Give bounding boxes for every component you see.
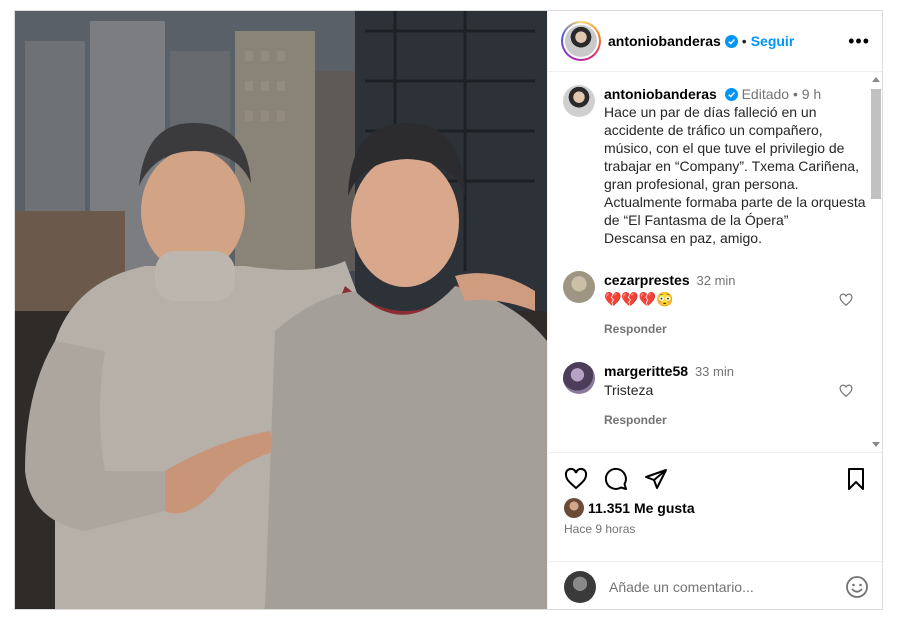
verified-icon [724,88,738,101]
post-photo-illustration [15,11,547,609]
liker-avatar [564,498,584,518]
caption-avatar[interactable] [563,85,595,117]
comment-username[interactable]: margeritte58 [604,363,688,379]
comment-username[interactable]: cezarprestes [604,272,690,288]
action-bar [548,452,882,502]
scrollbar[interactable] [870,73,882,451]
post-header: antoniobanderas • Seguir ••• [548,11,882,72]
username-link[interactable]: antoniobanderas [608,33,721,49]
like-comment-heart-icon[interactable] [839,293,853,307]
comment-avatar[interactable] [563,271,595,303]
comment-item: cezarprestes 32 min 💔💔💔😳 Responder [548,271,882,338]
verified-icon [724,34,738,48]
scroll-down-arrow-icon[interactable] [872,442,880,447]
reply-button[interactable]: Responder [604,320,869,338]
caption-text: Hace un par de días falleció en un accid… [604,104,866,246]
comments-scroll-area[interactable]: antoniobanderas Editado • 9 h Hace un pa… [548,73,882,451]
reply-button[interactable]: Responder [604,411,869,429]
bookmark-icon[interactable] [844,467,868,491]
instagram-post: antoniobanderas • Seguir ••• antonioband… [14,10,883,610]
scroll-up-arrow-icon[interactable] [872,77,880,82]
story-ring[interactable] [561,21,601,61]
comment-icon[interactable] [604,467,628,491]
add-comment-input[interactable]: Añade un comentario... [609,579,845,595]
likes-text[interactable]: 11.351 Me gusta [588,500,695,516]
comment-time[interactable]: 33 min [695,364,734,379]
more-options-icon[interactable]: ••• [848,32,870,50]
post-photo[interactable] [15,11,547,609]
avatar[interactable] [565,25,597,57]
comment-avatar[interactable] [563,362,595,394]
follow-button[interactable]: Seguir [751,33,795,49]
add-comment-bar: Añade un comentario... [548,561,882,609]
like-comment-heart-icon[interactable] [839,384,853,398]
comment-time[interactable]: 32 min [697,273,736,288]
caption-username[interactable]: antoniobanderas [604,86,717,102]
likes-count[interactable]: 11.351 Me gusta [564,498,695,518]
comment-text: 💔💔💔😳 [604,291,674,307]
caption-separator-dot: • [792,86,798,102]
caption-time[interactable]: 9 h [802,86,821,102]
current-user-avatar [564,570,596,603]
edited-label: Editado [741,86,790,102]
heart-icon[interactable] [564,467,588,491]
post-sidebar: antoniobanderas • Seguir ••• antonioband… [547,11,882,609]
post-timestamp[interactable]: Hace 9 horas [564,522,635,536]
emoji-icon[interactable] [845,575,869,599]
separator-dot: • [741,33,747,49]
post-caption: antoniobanderas Editado • 9 h Hace un pa… [548,73,882,247]
comment-text: Tristeza [604,382,654,398]
comment-item: margeritte58 33 min Tristeza Responder [548,362,882,429]
share-icon[interactable] [644,467,668,491]
scrollbar-thumb[interactable] [871,89,881,199]
